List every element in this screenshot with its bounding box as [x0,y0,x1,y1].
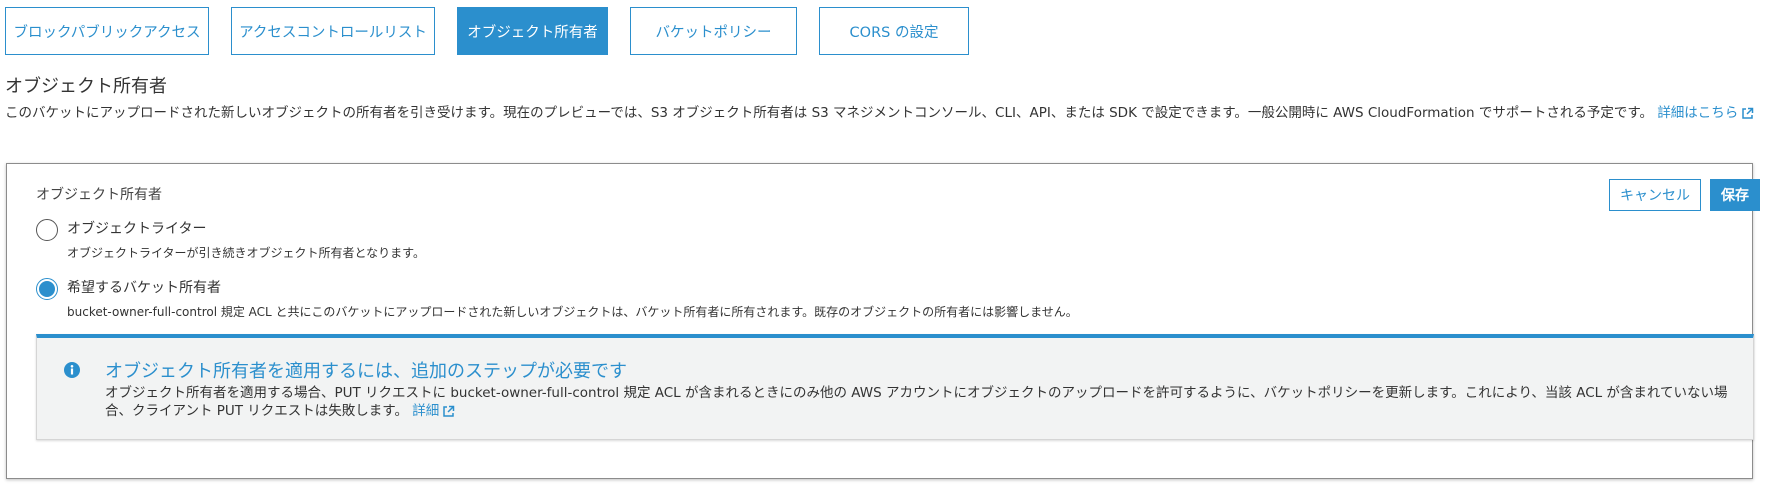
alert-title: オブジェクト所有者を適用するには、追加のステップが必要です [105,361,627,382]
panel-label: オブジェクト所有者 [36,187,162,203]
page-title: オブジェクト所有者 [5,76,167,97]
external-link-icon [1742,107,1754,119]
alert-body-text: オブジェクト所有者を適用する場合、PUT リクエストに bucket-owner… [105,385,1728,419]
alert-details-link-label: 詳細 [412,403,440,419]
alert-details-link[interactable]: 詳細 [412,403,455,419]
info-alert: オブジェクト所有者を適用するには、追加のステップが必要です オブジェクト所有者を… [36,334,1754,440]
option-bucket-owner-preferred-title: 希望するバケット所有者 [67,280,221,296]
tab-access-control-list[interactable]: アクセスコントロールリスト [231,7,435,55]
radio-object-writer[interactable] [36,219,58,241]
radio-bucket-owner-preferred[interactable] [36,278,58,300]
learn-more-link-label: 詳細はこちら [1657,105,1739,121]
tab-block-public-access[interactable]: ブロックパブリックアクセス [5,7,209,55]
alert-body: オブジェクト所有者を適用する場合、PUT リクエストに bucket-owner… [105,384,1735,420]
tab-object-ownership[interactable]: オブジェクト所有者 [457,7,608,55]
tab-bar: ブロックパブリックアクセス アクセスコントロールリスト オブジェクト所有者 バケ… [5,7,969,55]
section-description: このバケットにアップロードされた新しいオブジェクトの所有者を引き受けます。現在の… [5,104,1770,122]
save-button[interactable]: 保存 [1710,179,1760,211]
option-object-writer-title: オブジェクトライター [67,221,207,237]
tab-cors-configuration[interactable]: CORS の設定 [819,7,969,55]
info-icon [64,362,80,378]
cancel-button[interactable]: キャンセル [1609,179,1701,211]
learn-more-link[interactable]: 詳細はこちら [1657,105,1754,121]
description-text: このバケットにアップロードされた新しいオブジェクトの所有者を引き受けます。現在の… [5,105,1654,121]
option-object-writer-description: オブジェクトライターが引き続きオブジェクト所有者となります。 [67,246,425,260]
option-bucket-owner-preferred-description: bucket-owner-full-control 規定 ACL と共にこのバケ… [67,305,1078,319]
object-ownership-panel: オブジェクト所有者 キャンセル 保存 オブジェクトライター オブジェクトライター… [6,163,1760,479]
tab-bucket-policy[interactable]: バケットポリシー [630,7,797,55]
external-link-icon [443,405,455,417]
